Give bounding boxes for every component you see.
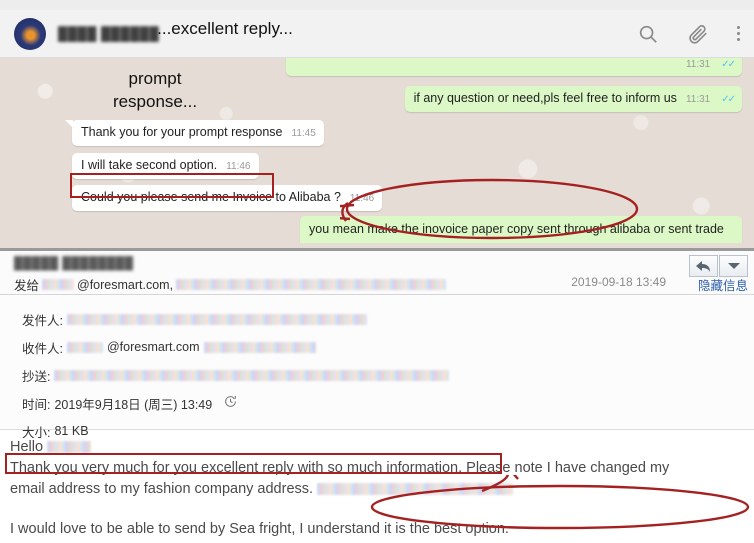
hide-details-link[interactable]: 隐藏信息: [698, 275, 748, 294]
highlighted-sentence: Thank you very much for you excellent re…: [10, 460, 463, 476]
body-line-2: email address to my fashion company addr…: [10, 479, 744, 499]
chat-bubble-incoming[interactable]: Thank you for your prompt response 11:45: [65, 120, 324, 146]
message-time: 11:46: [349, 193, 375, 205]
whatsapp-header-actions: [637, 23, 740, 45]
chat-bubble-incoming[interactable]: I will take second option. 11:46: [72, 153, 259, 179]
redacted-text: [176, 279, 447, 290]
detail-label: 发件人:: [22, 313, 63, 328]
email-details-block: 发件人: 收件人: @foresmart.com 抄送: 时间: 2019年9月…: [0, 295, 754, 440]
email-recipients-row: 发给 @foresmart.com,: [14, 275, 447, 294]
message-text: you mean make the inovoice paper copy se…: [309, 222, 724, 236]
paperclip-icon[interactable]: [687, 23, 709, 45]
message-time: 11:45: [291, 128, 316, 140]
annotation-text: ...excellent reply...: [157, 19, 293, 38]
detail-row-cc: 抄送:: [22, 361, 754, 389]
reply-button[interactable]: [689, 255, 718, 277]
detail-value: @foresmart.com: [106, 340, 200, 354]
chat-bubble-outgoing[interactable]: if any question or need,pls feel free to…: [404, 86, 742, 112]
message-time: 11:31: [685, 94, 711, 106]
message-text: I will take second option.: [81, 158, 218, 172]
vertical-dots-icon[interactable]: [737, 26, 740, 41]
chat-bubble-outgoing[interactable]: you mean make the inovoice paper copy se…: [300, 216, 742, 243]
read-receipt-icon: ✓✓: [721, 94, 736, 106]
redacted-text: [203, 341, 316, 353]
body-line-1-rest: Please note I have changed my: [466, 460, 670, 476]
detail-label: 时间:: [22, 397, 51, 412]
redacted-text: [54, 369, 450, 381]
chat-bubble-outgoing[interactable]: 11:31 ✓✓: [286, 58, 742, 76]
read-receipt-icon: ✓✓: [721, 58, 736, 70]
email-message-panel: █████ ████████ 发给 @foresmart.com, 2019-0…: [0, 248, 754, 543]
to-address: @foresmart.com,: [77, 277, 174, 292]
avatar[interactable]: [14, 17, 46, 50]
whatsapp-message-list[interactable]: 11:31 ✓✓ if any question or need,pls fee…: [0, 58, 754, 243]
email-body: Hello Thank you very much for you excell…: [0, 431, 754, 543]
annotation-line-1: prompt: [128, 69, 182, 88]
detail-row-to: 收件人: @foresmart.com: [22, 333, 754, 361]
detail-row-from: 发件人:: [22, 305, 754, 333]
message-text: if any question or need,pls feel free to…: [413, 91, 677, 105]
email-date: 2019-09-18 13:49: [571, 275, 666, 289]
body-line-1: Thank you very much for you excellent re…: [10, 458, 744, 478]
search-icon[interactable]: [637, 23, 659, 45]
detail-value: 2019年9月18日 (周三) 13:49: [54, 397, 213, 412]
to-label: 发给: [14, 279, 40, 293]
detail-label: 收件人:: [22, 341, 63, 356]
body-spacer: [10, 500, 744, 518]
greeting-text: Hello: [10, 439, 44, 455]
chevron-down-icon: [727, 263, 740, 269]
annotation-text: prompt response...: [70, 68, 240, 114]
whatsapp-top-strip: [0, 0, 754, 10]
redacted-text: [42, 279, 75, 290]
message-text: Thank you for your prompt response: [81, 125, 283, 139]
detail-label: 抄送:: [22, 369, 51, 384]
email-header: █████ ████████ 发给 @foresmart.com, 2019-0…: [0, 251, 754, 295]
reply-arrow-icon: [696, 260, 710, 272]
body-line-2-text: email address to my fashion company addr…: [10, 481, 314, 497]
redacted-text: [66, 341, 103, 353]
email-sender-name: █████ ████████: [14, 256, 134, 270]
clock-icon: [224, 395, 237, 411]
body-greeting-line: Hello: [10, 437, 744, 457]
redacted-text: [66, 313, 367, 325]
redacted-text: [317, 483, 514, 496]
detail-row-time: 时间: 2019年9月18日 (周三) 13:49: [22, 389, 754, 417]
message-time: 11:31: [685, 58, 711, 70]
more-actions-button[interactable]: [719, 255, 748, 277]
annotation-line-2: response...: [112, 91, 198, 111]
redacted-text: [47, 441, 92, 453]
chat-bubble-incoming[interactable]: Could you please send me Invoice to Alib…: [72, 185, 383, 211]
message-text: Could you please send me Invoice to Alib…: [81, 190, 341, 204]
body-line-3: I would love to be able to send by Sea f…: [10, 521, 509, 537]
message-time: 11:46: [226, 161, 251, 173]
